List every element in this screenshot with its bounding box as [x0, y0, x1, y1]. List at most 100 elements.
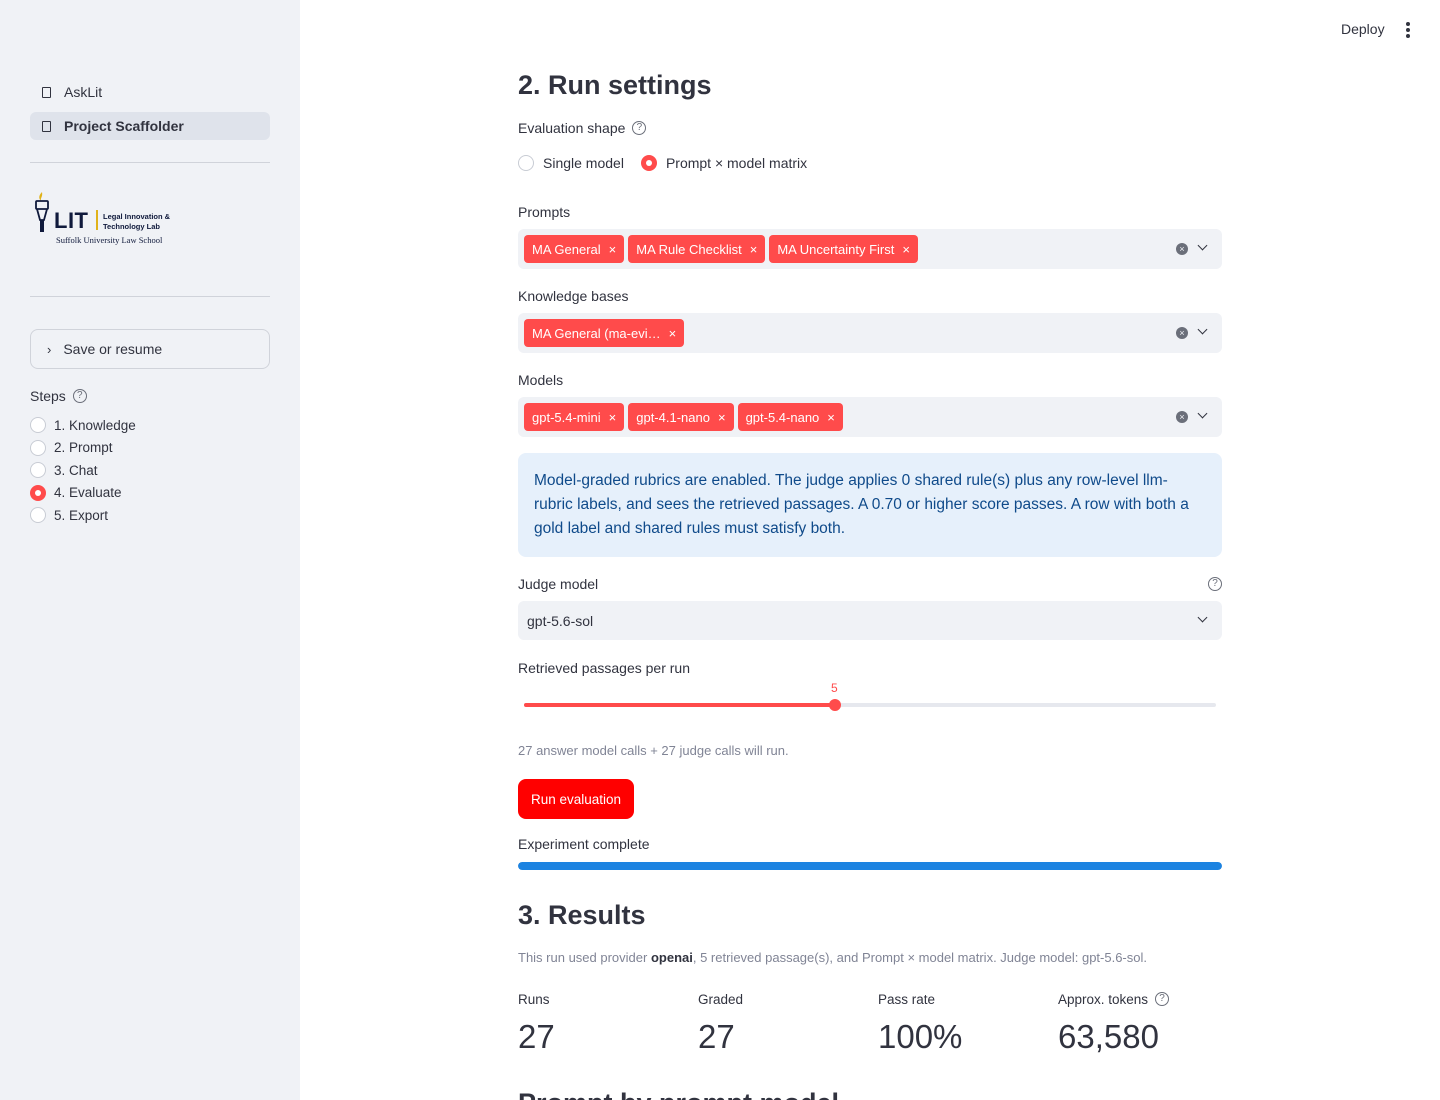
- step-prompt[interactable]: 2. Prompt: [30, 437, 136, 460]
- logo-mark: LIT: [54, 208, 89, 233]
- option-label: Prompt × model matrix: [665, 155, 808, 171]
- tag-label: MA Rule Checklist: [636, 241, 742, 257]
- model-tag: gpt-4.1-nano ×: [628, 403, 734, 431]
- chevron-down-icon[interactable]: [1196, 324, 1210, 338]
- slider-value: 5: [831, 681, 838, 695]
- steps-label: Steps ?: [30, 388, 87, 404]
- remove-tag-icon[interactable]: ×: [669, 326, 677, 341]
- metric-pass-rate: Pass rate 100%: [878, 990, 1058, 1056]
- radio-button[interactable]: [30, 439, 46, 456]
- run-settings-heading: 2. Run settings: [518, 70, 712, 100]
- clear-all-icon[interactable]: ×: [1176, 327, 1188, 339]
- remove-tag-icon[interactable]: ×: [902, 242, 910, 257]
- results-metrics: Runs 27 Graded 27 Pass rate 100% Approx.…: [518, 990, 1238, 1056]
- step-knowledge[interactable]: 1. Knowledge: [30, 414, 136, 437]
- tag-label: MA General: [532, 241, 601, 257]
- step-label: 1. Knowledge: [54, 417, 136, 433]
- option-prompt-model-matrix[interactable]: Prompt × model matrix: [640, 155, 808, 171]
- expander-label: Save or resume: [63, 341, 163, 357]
- model-tag: gpt-5.4-nano ×: [737, 403, 843, 431]
- page-icon: [40, 119, 52, 133]
- chevron-right-icon: ›: [47, 341, 52, 357]
- option-label: Single model: [543, 155, 624, 171]
- steps-radio-group: 1. Knowledge 2. Prompt 3. Chat 4. Evalua…: [30, 414, 136, 527]
- remove-tag-icon[interactable]: ×: [750, 242, 758, 257]
- select-value: gpt-5.6-sol: [527, 612, 594, 629]
- radio-button[interactable]: [30, 507, 46, 524]
- chevron-down-icon[interactable]: [1196, 408, 1210, 422]
- chevron-down-icon[interactable]: [1196, 240, 1210, 254]
- knowledge-bases-multiselect[interactable]: MA General (ma-evi… × ×: [518, 313, 1222, 353]
- kb-tags: MA General (ma-evi… ×: [524, 319, 688, 347]
- results-heading: 3. Results: [518, 900, 646, 930]
- remove-tag-icon[interactable]: ×: [827, 410, 835, 425]
- retrieved-passages-slider[interactable]: [524, 699, 1216, 711]
- evaluation-shape-radio-group: Single model Prompt × model matrix: [518, 155, 824, 171]
- step-label: 3. Chat: [54, 462, 98, 478]
- tag-label: gpt-4.1-nano: [636, 409, 710, 425]
- tag-label: gpt-5.4-nano: [745, 409, 820, 425]
- main-menu-icon[interactable]: [1406, 22, 1410, 40]
- nav-item-project-scaffolder[interactable]: Project Scaffolder: [30, 112, 270, 140]
- metric-label: Graded: [698, 991, 744, 1007]
- metric-value: 100%: [878, 1018, 963, 1055]
- prompts-multiselect[interactable]: MA General × MA Rule Checklist × MA Uncert…: [518, 229, 1222, 269]
- remove-tag-icon[interactable]: ×: [609, 410, 617, 425]
- deploy-button[interactable]: Deploy: [1341, 21, 1385, 37]
- prompt-tags: MA General × MA Rule Checklist × MA Uncert…: [524, 235, 922, 263]
- models-label: Models: [518, 372, 564, 388]
- save-resume-expander[interactable]: › Save or resume: [30, 329, 270, 369]
- logo-line-2: Technology Lab: [103, 222, 160, 231]
- radio-button[interactable]: [30, 417, 46, 434]
- help-icon[interactable]: ?: [1155, 992, 1170, 1006]
- sidebar: AskLit Project Scaffolder LIT Legal Inno…: [0, 0, 300, 1100]
- radio-button[interactable]: [518, 155, 534, 171]
- tag-label: gpt-5.4-mini: [532, 409, 601, 425]
- clear-all-icon[interactable]: ×: [1176, 411, 1188, 423]
- clear-all-icon[interactable]: ×: [1176, 243, 1188, 255]
- radio-button-selected[interactable]: [640, 155, 657, 171]
- nav-item-label: Project Scaffolder: [64, 118, 184, 134]
- logo-divider: [96, 210, 98, 230]
- provider-name: openai: [650, 950, 693, 965]
- judge-model-label: Judge model: [518, 576, 599, 592]
- step-label: 5. Export: [54, 507, 109, 523]
- radio-button[interactable]: [30, 462, 46, 479]
- caption-text: , 5 retrieved passage(s), and Prompt × m…: [692, 950, 1147, 965]
- metric-value: 27: [518, 1018, 555, 1055]
- step-chat[interactable]: 3. Chat: [30, 459, 136, 482]
- radio-button-selected[interactable]: [30, 484, 46, 501]
- page-icon: [40, 85, 52, 99]
- logo-title: Legal Innovation & Technology Lab: [103, 212, 170, 232]
- metric-label: Runs: [518, 991, 550, 1007]
- kb-tag: MA General (ma-evi… ×: [524, 319, 685, 347]
- slider-fill: [524, 703, 835, 707]
- step-label: 2. Prompt: [54, 440, 113, 456]
- lit-logo: LIT Legal Innovation & Technology Lab Su…: [32, 190, 192, 248]
- step-evaluate[interactable]: 4. Evaluate: [30, 482, 136, 505]
- metric-approx-tokens: Approx. tokens ? 63,580: [1058, 990, 1238, 1056]
- nav-item-label: AskLit: [64, 84, 103, 100]
- models-multiselect[interactable]: gpt-5.4-mini × gpt-4.1-nano × gpt-5.4-nano…: [518, 397, 1222, 437]
- option-single-model[interactable]: Single model: [518, 155, 624, 171]
- slider-thumb[interactable]: [829, 699, 841, 711]
- progress-label: Experiment complete: [518, 836, 650, 852]
- metric-graded: Graded 27: [698, 990, 878, 1056]
- remove-tag-icon[interactable]: ×: [609, 242, 617, 257]
- help-icon[interactable]: ?: [632, 121, 647, 135]
- metric-label: Approx. tokens ?: [1058, 990, 1238, 1008]
- metric-runs: Runs 27: [518, 990, 698, 1056]
- remove-tag-icon[interactable]: ×: [718, 410, 726, 425]
- help-icon[interactable]: ?: [1208, 577, 1222, 591]
- step-label: 4. Evaluate: [54, 485, 122, 501]
- tag-label: MA Uncertainty First: [777, 241, 895, 257]
- prompts-label: Prompts: [518, 204, 571, 220]
- tag-label: MA General (ma-evi…: [532, 325, 661, 341]
- help-icon[interactable]: ?: [72, 389, 87, 403]
- judge-model-select[interactable]: gpt-5.6-sol: [518, 601, 1222, 640]
- nav-item-asklit[interactable]: AskLit: [30, 78, 270, 106]
- step-export[interactable]: 5. Export: [30, 504, 136, 527]
- run-evaluation-button[interactable]: Run evaluation: [518, 779, 635, 819]
- torch-icon: [35, 192, 49, 232]
- retrieved-passages-label: Retrieved passages per run: [518, 660, 690, 676]
